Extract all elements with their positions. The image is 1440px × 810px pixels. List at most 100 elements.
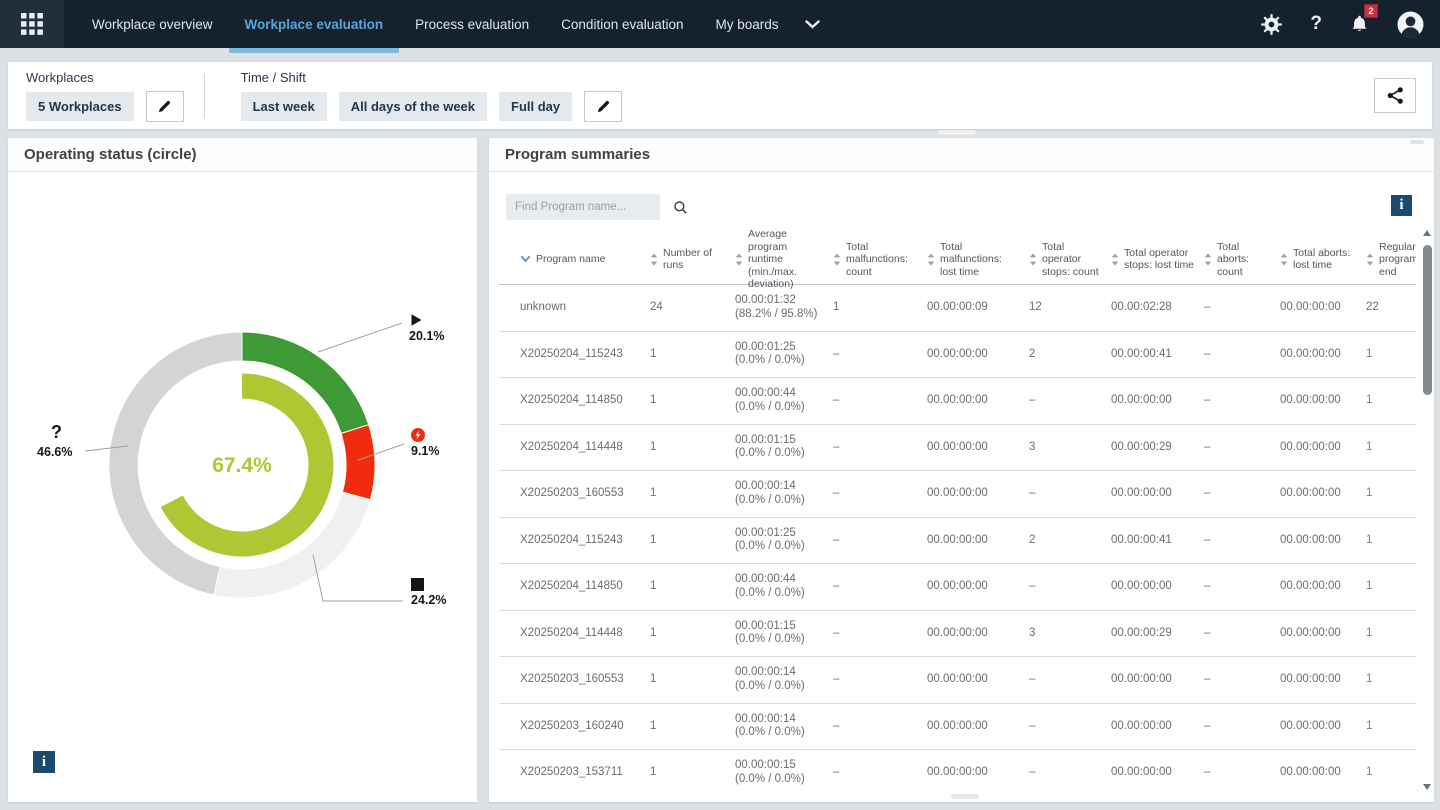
callout-value: 46.6% (37, 445, 72, 459)
table-cell: 00.00:00:00 (1280, 471, 1366, 517)
table-cell: 00.00:00:00 (1280, 425, 1366, 471)
settings-button[interactable] (1260, 13, 1283, 36)
column-header-8[interactable]: Total aborts: lost time (1280, 228, 1366, 291)
table-row[interactable]: X20250203_160553100.00:00:14 (0.0% / 0.0… (499, 657, 1416, 704)
column-header-9[interactable]: Regular program end (1366, 228, 1416, 291)
scrollbar-thumb[interactable] (1423, 245, 1432, 395)
share-button[interactable] (1374, 78, 1416, 113)
table-cell: 00.00:00:00 (1111, 378, 1204, 424)
info-button[interactable]: i (1391, 195, 1412, 216)
table-row[interactable]: X20250204_114448100.00:01:15 (0.0% / 0.0… (499, 425, 1416, 472)
table-cell: – (1204, 564, 1280, 610)
sort-icon (735, 253, 743, 266)
column-label: Total malfunctions: count (846, 241, 919, 279)
table-cell: – (833, 704, 927, 750)
table-row[interactable]: X20250203_160553100.00:00:14 (0.0% / 0.0… (499, 471, 1416, 518)
panel-resize-handle[interactable] (938, 130, 976, 135)
table-cell: 00.00:00:41 (1111, 518, 1204, 564)
nav-more-button[interactable] (795, 20, 830, 29)
column-label: Total operator stops: lost time (1124, 247, 1196, 272)
table-cell: 1 (650, 471, 735, 517)
table-cell: 00.00:00:00 (1280, 657, 1366, 703)
table-cell: – (1204, 332, 1280, 378)
table-cell: 00.00:00:00 (927, 471, 1029, 517)
table-row[interactable]: unknown2400.00:01:32 (88.2% / 95.8%)100.… (499, 285, 1416, 332)
top-nav: Workplace overviewWorkplace evaluationPr… (0, 0, 1440, 48)
vertical-scrollbar[interactable] (1423, 230, 1432, 790)
horizontal-scrollbar-thumb[interactable] (951, 794, 979, 799)
program-summaries-header: Program summaries (489, 138, 1434, 172)
table-row[interactable]: X20250204_114448100.00:01:15 (0.0% / 0.0… (499, 611, 1416, 658)
nav-item-condition-evaluation[interactable]: Condition evaluation (545, 0, 699, 48)
info-button[interactable]: i (33, 751, 55, 773)
table-cell: 2 (1029, 332, 1111, 378)
operating-status-donut-chart[interactable]: 67.4% (8, 172, 477, 768)
table-cell: 00.00:00:00 (1111, 471, 1204, 517)
program-summaries-table: Program nameNumber of runsAverage progra… (499, 228, 1416, 794)
table-row[interactable]: X20250204_114850100.00:00:44 (0.0% / 0.0… (499, 564, 1416, 611)
table-cell: – (1204, 518, 1280, 564)
column-header-7[interactable]: Total aborts: count (1204, 228, 1280, 291)
account-button[interactable] (1397, 11, 1424, 38)
operating-status-panel: Operating status (circle) 67.4% 20.1% 9.… (8, 138, 477, 802)
table-row[interactable]: X20250203_153711100.00:00:15 (0.0% / 0.0… (499, 750, 1416, 794)
app-grid-button[interactable] (0, 0, 64, 48)
notifications-button[interactable]: 2 (1349, 13, 1370, 35)
table-cell: 00.00:00:00 (1280, 611, 1366, 657)
edit-workplaces-button[interactable] (146, 91, 184, 122)
sort-icon (1366, 253, 1374, 266)
table-row[interactable]: X20250204_114850100.00:00:44 (0.0% / 0.0… (499, 378, 1416, 425)
table-cell: – (1204, 750, 1280, 794)
edit-time-shift-button[interactable] (584, 91, 622, 122)
scroll-up-arrow[interactable] (1423, 230, 1431, 236)
time-chip-days: All days of the week (339, 92, 487, 121)
app-screen: Workplace overviewWorkplace evaluationPr… (0, 0, 1440, 810)
table-cell: X20250203_160553 (520, 657, 650, 703)
nav-right-icons: ? 2 (1260, 11, 1440, 38)
search-icon[interactable] (673, 200, 696, 215)
column-header-0[interactable]: Program name (520, 228, 650, 291)
table-cell: 1 (650, 750, 735, 794)
table-cell: 1 (1366, 425, 1416, 471)
column-label: Average program runtime (min./max. devia… (748, 228, 825, 291)
table-cell: – (1029, 471, 1111, 517)
table-cell: 1 (650, 378, 735, 424)
column-header-5[interactable]: Total operator stops: count (1029, 228, 1111, 291)
column-header-6[interactable]: Total operator stops: lost time (1111, 228, 1204, 291)
panel-drag-handle[interactable] (1410, 140, 1424, 144)
table-cell: 1 (1366, 611, 1416, 657)
table-cell: – (1029, 378, 1111, 424)
table-cell: 1 (650, 611, 735, 657)
column-header-2[interactable]: Average program runtime (min./max. devia… (735, 228, 833, 291)
table-cell: 00.00:01:15 (0.0% / 0.0%) (735, 425, 833, 471)
column-label: Total operator stops: count (1042, 241, 1103, 279)
table-row[interactable]: X20250204_115243100.00:01:25 (0.0% / 0.0… (499, 332, 1416, 379)
table-row[interactable]: X20250203_160240100.00:00:14 (0.0% / 0.0… (499, 704, 1416, 751)
table-cell: 00.00:00:00 (1280, 704, 1366, 750)
nav-item-workplace-overview[interactable]: Workplace overview (76, 0, 229, 48)
table-cell: – (833, 564, 927, 610)
table-cell: 00.00:00:00 (1111, 750, 1204, 794)
panel-title: Operating status (circle) (24, 146, 197, 163)
table-cell: 1 (650, 518, 735, 564)
scroll-down-arrow[interactable] (1423, 784, 1431, 790)
nav-item-workplace-evaluation[interactable]: Workplace evaluation (229, 0, 400, 48)
column-header-4[interactable]: Total malfunctions: lost time (927, 228, 1029, 291)
nav-item-process-evaluation[interactable]: Process evaluation (399, 0, 545, 48)
table-row[interactable]: X20250204_115243100.00:01:25 (0.0% / 0.0… (499, 518, 1416, 565)
table-cell: – (1029, 657, 1111, 703)
column-header-1[interactable]: Number of runs (650, 228, 735, 291)
table-cell: – (1204, 471, 1280, 517)
program-summaries-panel: Program summaries i Program nameNumber o… (489, 138, 1434, 802)
help-button[interactable]: ? (1310, 13, 1322, 35)
table-cell: 00.00:00:14 (0.0% / 0.0%) (735, 657, 833, 703)
table-cell: 1 (1366, 518, 1416, 564)
search-input[interactable] (506, 201, 673, 213)
column-header-3[interactable]: Total malfunctions: count (833, 228, 927, 291)
time-shift-label: Time / Shift (241, 70, 623, 85)
callout-value: 20.1% (409, 329, 444, 343)
table-cell: 00.00:01:15 (0.0% / 0.0%) (735, 611, 833, 657)
table-cell: 00.00:00:00 (1280, 332, 1366, 378)
nav-item-my-boards[interactable]: My boards (700, 0, 795, 48)
panel-title: Program summaries (505, 146, 650, 163)
